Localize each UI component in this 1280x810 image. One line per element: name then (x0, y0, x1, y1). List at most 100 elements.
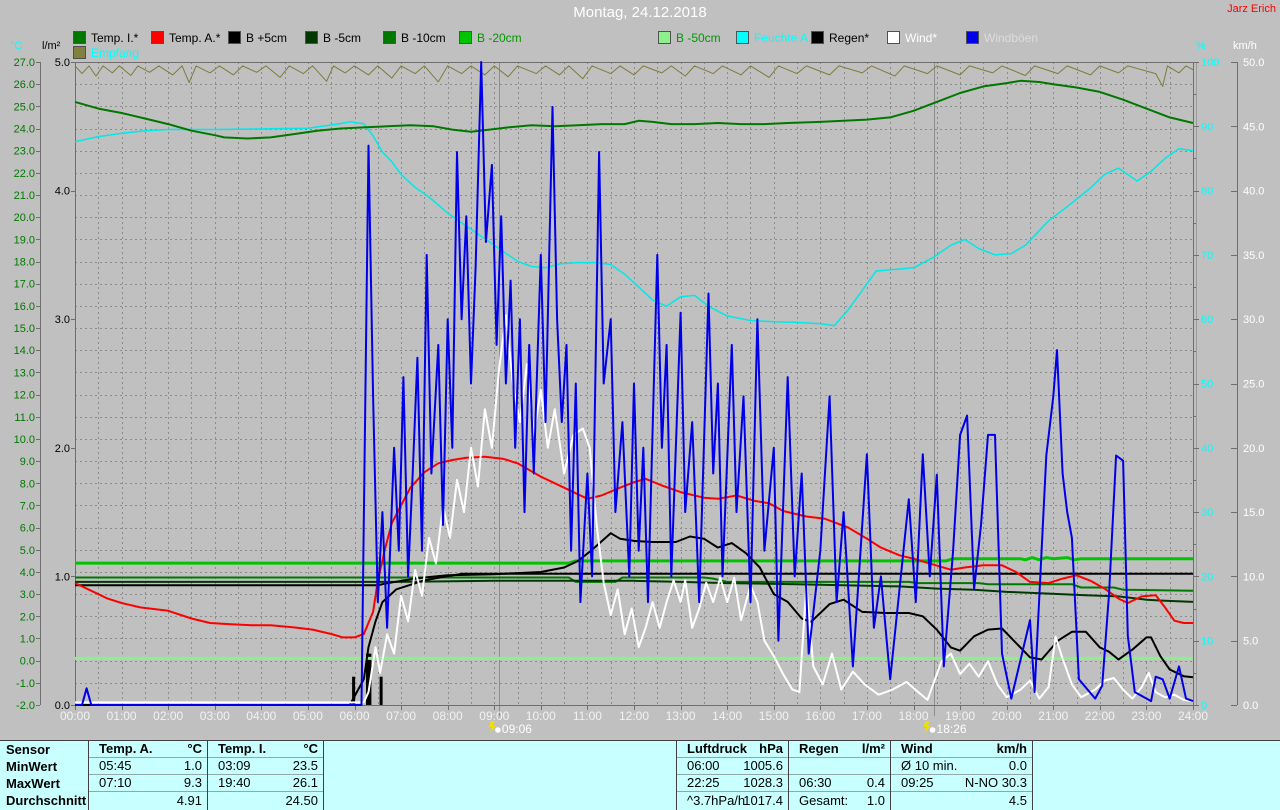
humidity-tick-label: 90 (1201, 121, 1213, 133)
wind-tick-label: 0.0 (1243, 700, 1258, 712)
temp-tick-label: 1.0 (20, 634, 35, 646)
table-row-labels: Sensor MinWert MaxWert Durchschnitt (0, 741, 88, 810)
col-unit: °C (187, 741, 202, 757)
temp-tick-label: 20.0 (14, 212, 35, 224)
legend-swatch-windb-en (966, 31, 979, 44)
temp-tick-label: 14.0 (14, 345, 35, 357)
temp-tick-label: 16.0 (14, 301, 35, 313)
min-value: 23.5 (293, 758, 318, 774)
wind-tick-label: 40.0 (1243, 186, 1264, 198)
rain-bar (380, 677, 383, 705)
avg-value: 24.50 (285, 792, 318, 809)
table-col-luftdruck: LuftdruckhPa 06:001005.6 22:251028.3 ^3.… (676, 741, 789, 810)
legend-swatch-feuchte-a (736, 31, 749, 44)
humidity-tick-label: 50 (1201, 379, 1213, 391)
legend-item-b-5cm: B +5cm (228, 29, 287, 41)
max-time: 06:30 (799, 775, 832, 791)
table-label-maxwert: MaxWert (0, 775, 88, 792)
legend-label: Wind* (905, 31, 937, 45)
temp-tick-label: 6.0 (20, 523, 35, 535)
max-value: 0.4 (867, 775, 885, 791)
temp-tick-label: 24.0 (14, 124, 35, 136)
rain-tick-label: 3.0 (55, 314, 70, 326)
rain-tick-label: 5.0 (55, 57, 70, 69)
min-time: Ø 10 min. (901, 758, 957, 774)
series-b-5cm (75, 533, 1193, 677)
legend-label: Windböen (984, 31, 1038, 45)
min-value: 1.0 (184, 758, 202, 774)
legend-swatch-b-10cm (383, 31, 396, 44)
table-col-temp-i: Temp. I.°C 03:0923.5 19:4026.1 24.50 (207, 741, 324, 810)
axis-unit-temp: °C (10, 40, 22, 52)
max-value: 26.1 (293, 775, 318, 791)
temp-tick-label: -2.0 (16, 700, 35, 712)
hour-tick-label: 18:00 (898, 709, 928, 723)
legend-label: Temp. I.* (91, 31, 138, 45)
avg-label: ^3.7hPa/h (687, 792, 745, 809)
legend-swatch-b-20cm (459, 31, 472, 44)
temp-tick-label: 27.0 (14, 57, 35, 69)
temp-tick-label: 5.0 (20, 545, 35, 557)
max-value: 9.3 (184, 775, 202, 791)
temp-tick-label: 22.0 (14, 168, 35, 180)
hour-tick-label: 03:00 (200, 709, 230, 723)
table-label-sensor: Sensor (0, 741, 88, 758)
hour-tick-label: 00:00 (60, 709, 90, 723)
app-window: 27.026.025.024.023.022.021.020.019.018.0… (0, 0, 1280, 810)
summary-table: Sensor MinWert MaxWert Durchschnitt Temp… (0, 740, 1280, 810)
temp-tick-label: 10.0 (14, 434, 35, 446)
temp-tick-label: 26.0 (14, 79, 35, 91)
legend-item-feuchte-a: Feuchte A.* (736, 29, 816, 41)
hour-tick-label: 21:00 (1038, 709, 1068, 723)
table-spacer (323, 741, 677, 810)
temp-tick-label: 19.0 (14, 234, 35, 246)
wind-tick-label: 25.0 (1243, 379, 1264, 391)
max-time: 07:10 (99, 775, 132, 791)
sunset-icon (924, 721, 936, 733)
col-header: Temp. A. (99, 741, 152, 757)
humidity-tick-label: 30 (1201, 507, 1213, 519)
hour-tick-label: 15:00 (759, 709, 789, 723)
legend-swatch-b-5cm (305, 31, 318, 44)
col-header: Wind (901, 741, 933, 757)
hour-tick-label: 24:00 (1178, 709, 1208, 723)
min-value: 1005.6 (743, 758, 783, 774)
hour-tick-label: 14:00 (712, 709, 742, 723)
temp-tick-label: 4.0 (20, 567, 35, 579)
humidity-tick-label: 40 (1201, 443, 1213, 455)
col-header: Regen (799, 741, 839, 757)
humidity-tick-label: 20 (1201, 571, 1213, 583)
legend-item-wind: Wind* (887, 29, 937, 41)
weather-chart[interactable]: 27.026.025.024.023.022.021.020.019.018.0… (0, 0, 1280, 740)
legend-label: B -20cm (477, 31, 522, 45)
temp-tick-label: 7.0 (20, 500, 35, 512)
legend-item-windb-en: Windböen (966, 29, 1038, 41)
legend-swatch-regen (811, 31, 824, 44)
rain-tick-label: 4.0 (55, 186, 70, 198)
legend-item-temp-i: Temp. I.* (73, 29, 138, 41)
table-spacer (1032, 741, 1280, 810)
legend-swatch-temp-i (73, 31, 86, 44)
avg-value: 1017.4 (743, 792, 783, 809)
avg-label: Gesamt: (799, 792, 848, 809)
event-marker-time: 09:06 (502, 722, 532, 736)
temp-tick-label: 11.0 (14, 412, 35, 424)
legend-item-regen: Regen* (811, 29, 869, 41)
humidity-tick-label: 60 (1201, 314, 1213, 326)
page-title: Montag, 24.12.2018 (0, 4, 1280, 21)
legend-swatch-b-5cm (228, 31, 241, 44)
humidity-tick-label: 70 (1201, 250, 1213, 262)
temp-tick-label: 15.0 (14, 323, 35, 335)
hour-tick-label: 06:00 (339, 709, 369, 723)
temp-tick-label: 9.0 (20, 456, 35, 468)
max-value: N-NO 30.3 (965, 775, 1027, 791)
temp-tick-label: 3.0 (20, 589, 35, 601)
watermark-author: Jarz Erich (1227, 3, 1276, 15)
min-time: 06:00 (687, 758, 720, 774)
min-time: 03:09 (218, 758, 251, 774)
avg-value: 1.0 (867, 792, 885, 809)
hour-tick-label: 01:00 (107, 709, 137, 723)
hour-tick-label: 17:00 (852, 709, 882, 723)
legend-item-b-10cm: B -10cm (383, 29, 446, 41)
wind-tick-label: 50.0 (1243, 57, 1264, 69)
